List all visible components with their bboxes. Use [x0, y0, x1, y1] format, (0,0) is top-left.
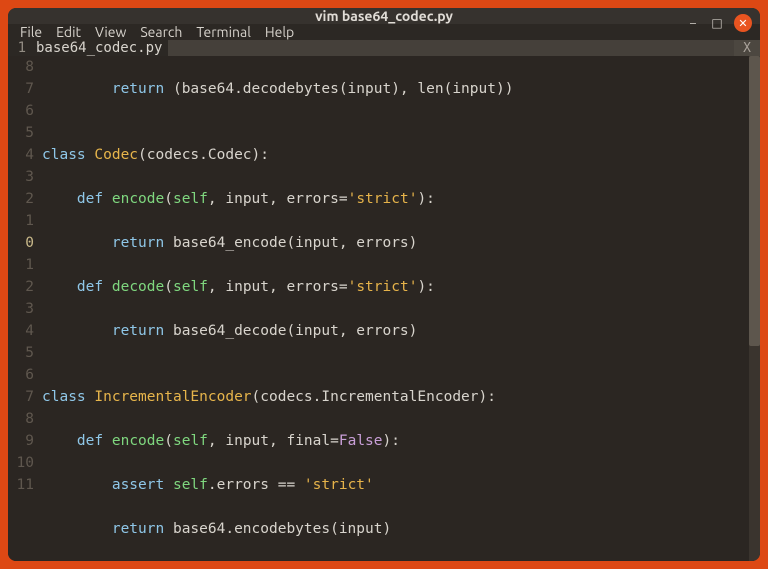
tabline-fill	[168, 40, 734, 56]
window-controls: – □ ✕	[686, 8, 752, 38]
close-icon[interactable]: ✕	[734, 14, 752, 32]
line-number: 1	[8, 210, 34, 232]
code-line: return (base64.decodebytes(input), len(i…	[42, 78, 749, 100]
line-number-gutter: 8 7 6 5 4 3 2 1 0 1 2 3 4 5 6 7 8 9 10 1…	[8, 56, 42, 561]
line-number: 8	[8, 408, 34, 430]
tab-close-button[interactable]: X	[734, 40, 760, 56]
tab-index: 1	[8, 40, 32, 56]
line-number: 10	[8, 452, 34, 474]
tab-filename[interactable]: base64_codec.py	[32, 40, 162, 56]
line-number: 6	[8, 364, 34, 386]
menubar: File Edit View Search Terminal Help	[8, 24, 760, 40]
line-number: 9	[8, 430, 34, 452]
menu-terminal[interactable]: Terminal	[196, 24, 251, 40]
line-number: 1	[8, 254, 34, 276]
line-number: 5	[8, 122, 34, 144]
line-number: 6	[8, 100, 34, 122]
code-line: def decode(self, input, errors='strict')…	[42, 276, 749, 298]
titlebar[interactable]: vim base64_codec.py – □ ✕	[8, 8, 760, 24]
code-line: assert self.errors == 'strict'	[42, 474, 749, 496]
line-number: 11	[8, 474, 34, 496]
code-line: def encode(self, input, errors='strict')…	[42, 188, 749, 210]
menu-search[interactable]: Search	[140, 24, 182, 40]
line-number: 4	[8, 320, 34, 342]
menu-view[interactable]: View	[95, 24, 126, 40]
code-line: class IncrementalEncoder(codecs.Incremen…	[42, 386, 749, 408]
code-line: return base64.encodebytes(input)	[42, 518, 749, 540]
line-number: 4	[8, 144, 34, 166]
line-number: 5	[8, 342, 34, 364]
code-area[interactable]: return (base64.decodebytes(input), len(i…	[42, 56, 749, 561]
line-number: 8	[8, 56, 34, 78]
minimize-icon[interactable]: –	[686, 16, 700, 30]
menu-edit[interactable]: Edit	[56, 24, 81, 40]
code-line: def encode(self, input, final=False):	[42, 430, 749, 452]
terminal-window: vim base64_codec.py – □ ✕ File Edit View…	[8, 8, 760, 561]
menu-file[interactable]: File	[20, 24, 42, 40]
code-line: class Codec(codecs.Codec):	[42, 144, 749, 166]
menu-help[interactable]: Help	[265, 24, 294, 40]
tabline: 1 base64_codec.py X	[8, 40, 760, 56]
line-number: 3	[8, 298, 34, 320]
editor[interactable]: 8 7 6 5 4 3 2 1 0 1 2 3 4 5 6 7 8 9 10 1…	[8, 56, 760, 561]
line-number: 7	[8, 386, 34, 408]
line-number: 2	[8, 276, 34, 298]
line-number: 3	[8, 166, 34, 188]
code-line: return base64_encode(input, errors)	[42, 232, 749, 254]
window-title: vim base64_codec.py	[8, 8, 760, 24]
line-number-current: 0	[8, 232, 34, 254]
scrollbar-thumb[interactable]	[749, 56, 760, 346]
line-number: 7	[8, 78, 34, 100]
line-number: 2	[8, 188, 34, 210]
code-line: return base64_decode(input, errors)	[42, 320, 749, 342]
maximize-icon[interactable]: □	[710, 16, 724, 30]
scrollbar[interactable]	[749, 56, 760, 561]
